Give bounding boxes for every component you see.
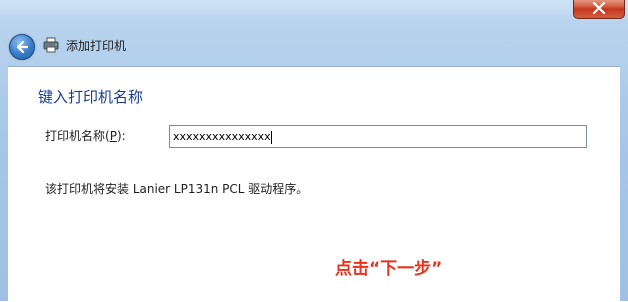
printer-name-label-text: 打印机名称(	[45, 129, 110, 143]
close-button[interactable]	[573, 0, 625, 19]
hotkey-letter: P	[109, 129, 117, 143]
back-button[interactable]	[9, 34, 35, 60]
annotation-text: 点击“下一步”	[335, 259, 443, 279]
printer-name-value: xxxxxxxxxxxxxxx	[173, 130, 271, 143]
window-title: 添加打印机	[66, 39, 127, 53]
printer-name-label: 打印机名称(P):	[45, 127, 126, 144]
page-heading: 键入打印机名称	[38, 88, 144, 106]
text-caret	[270, 130, 272, 144]
printer-name-label-end: ):	[116, 129, 126, 143]
close-icon	[592, 2, 606, 14]
driver-info-text: 该打印机将安装 Lanier LP131n PCL 驱动程序。	[45, 182, 309, 196]
printer-icon	[43, 37, 59, 53]
back-arrow-icon	[16, 40, 29, 54]
title-bar	[0, 0, 628, 24]
printer-name-input[interactable]: xxxxxxxxxxxxxxx	[169, 125, 587, 148]
